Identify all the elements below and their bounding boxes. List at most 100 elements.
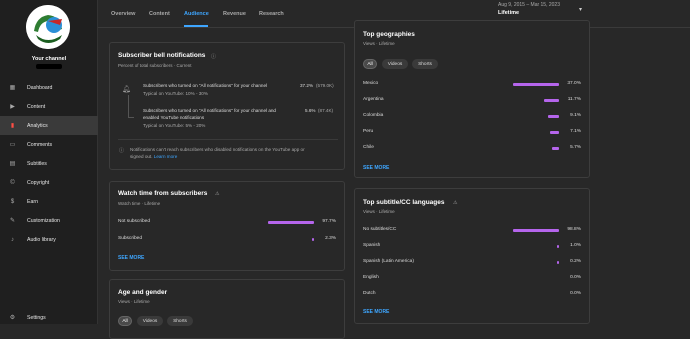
card-title: Watch time from subscribers [118,190,208,197]
chip-videos[interactable]: Videos [382,59,408,69]
sidebar-item-label: Customization [27,217,60,224]
bell-row2-typical: Typical on YouTube: 5% - 20% [143,123,206,128]
chip-shorts[interactable]: Shorts [167,316,193,326]
row-bar [268,220,314,224]
channel-avatar[interactable] [26,5,70,49]
chip-shorts[interactable]: Shorts [412,59,438,69]
see-more-link[interactable]: SEE MORE [363,165,389,171]
sidebar-item-label: Subtitles [27,160,47,167]
info-icon[interactable]: ⓘ [211,53,216,60]
row-bar [550,130,559,134]
top-geographies-card: Top geographies Views · Lifetime All Vid… [354,20,590,178]
notification-note: Notifications can't reach subscribers wh… [130,147,305,152]
learn-more-link[interactable]: Learn more [154,154,178,159]
copyright-icon: © [10,179,15,186]
sidebar-item-comments[interactable]: ▭ Comments [0,135,98,154]
bar-row: Colombia 9.1% [363,113,585,121]
sidebar-item-label: Audio library [27,236,56,243]
sidebar-item-customization[interactable]: ✎ Customization [0,211,98,230]
subtitles-icon: ▤ [9,161,16,167]
row-label: Spanish (Latin America) [363,259,414,264]
bar-row: English 0.0% [363,275,585,283]
channel-label: Your channel [31,56,67,62]
see-more-link[interactable]: SEE MORE [363,309,389,315]
row-percent: 1.0% [570,243,581,248]
connector-line [128,95,129,117]
date-range-text: Aug 9, 2015 – Mar 15, 2023 [498,2,560,8]
sidebar-item-dashboard[interactable]: ▦ Dashboard [0,78,98,97]
card-subtitle: Percent of total subscribers · Current [118,63,192,68]
analytics-icon: ▮ [10,123,15,129]
sidebar-item-analytics[interactable]: ▮ Analytics [0,116,98,135]
warning-icon[interactable]: ⚠ [215,191,219,197]
see-more-link[interactable]: SEE MORE [118,255,144,261]
bell-row2-text: Subscribers who turned on "All notificat… [143,108,276,113]
top-subtitle-languages-card: Top subtitle/CC languages ⚠ Views · Life… [354,188,590,324]
row-label: Peru [363,129,374,134]
bell-notifications-card: Subscriber bell notifications ⓘ Percent … [109,42,345,170]
age-gender-card: Age and gender Views · Lifetime All Vide… [109,279,345,339]
bell-row2-pct: 5.6% [305,108,316,113]
bar-row: Argentina 11.7% [363,97,585,105]
chevron-down-icon[interactable]: ▾ [579,6,582,13]
row-percent: 97.7% [322,219,336,224]
tab-research[interactable]: Research [259,11,284,17]
chip-all[interactable]: All [118,316,132,326]
bar-row: Mexico 37.0% [363,81,585,89]
sidebar-item-label: Comments [27,141,53,148]
row-percent: 0.0% [570,291,581,296]
row-label: Argentina [363,97,384,102]
tab-overview[interactable]: Overview [111,11,135,17]
bar-row: Peru 7.1% [363,129,585,137]
tab-content[interactable]: Content [149,11,170,17]
card-title: Subscriber bell notifications [118,52,206,59]
sidebar-item-settings[interactable]: ⚙ Settings [0,308,98,327]
sidebar-nav: ▦ Dashboard ▶ Content ▮ Analytics ▭ Comm… [0,78,98,249]
sidebar-item-subtitles[interactable]: ▤ Subtitles [0,154,98,173]
row-label: Not subscribed [118,219,150,224]
content-icon: ▶ [10,104,15,110]
sidebar-item-label: Analytics [27,122,48,129]
watch-time-card: Watch time from subscribers ⚠ Watch time… [109,181,345,271]
row-percent: 98.8% [567,227,581,232]
card-title: Age and gender [118,289,168,296]
sidebar-item-content[interactable]: ▶ Content [0,97,98,116]
card-title: Top subtitle/CC languages [363,199,445,206]
bell-icon: 🔔︎ [122,86,131,93]
row-bar [513,82,559,86]
row-percent: 2.3% [325,236,336,241]
bar-row: Dutch 0.0% [363,291,585,299]
date-range-label[interactable]: Lifetime [498,10,519,16]
sidebar-item-label: Dashboard [27,84,53,91]
chip-all[interactable]: All [363,59,377,69]
bell-row1-typical: Typical on YouTube: 10% - 30% [143,91,208,96]
warning-icon[interactable]: ⚠ [453,200,457,206]
sidebar-item-audio-library[interactable]: ♪ Audio library [0,230,98,249]
card-subtitle: Watch time · Lifetime [118,201,161,206]
bar-row: Spanish (Latin America) 0.2% [363,259,585,267]
bar-row: Chile 5.7% [363,145,585,153]
row-label: Colombia [363,113,384,118]
row-label: Chile [363,145,374,150]
sidebar-item-copyright[interactable]: © Copyright [0,173,98,192]
row-label: English [363,275,379,280]
tab-revenue[interactable]: Revenue [223,11,246,17]
info-icon: ⓘ [119,148,125,154]
chip-videos[interactable]: Videos [137,316,163,326]
row-percent: 5.7% [570,145,581,150]
row-percent: 9.1% [570,113,581,118]
row-bar [551,146,559,150]
row-bar [513,228,559,232]
sidebar-item-label: Settings [27,314,46,321]
sidebar-item-label: Content [27,103,46,110]
tab-audience[interactable]: Audience [184,11,209,17]
bar-row: No subtitles/CC 98.8% [363,227,585,235]
sidebar-item-earn[interactable]: $ Earn [0,192,98,211]
connector-line [128,117,134,118]
row-bar [547,114,559,118]
row-label: Subscribed [118,236,142,241]
divider [118,139,338,140]
bell-row1-text: Subscribers who turned on "All notificat… [143,83,268,88]
row-percent: 11.7% [567,97,581,102]
row-label: No subtitles/CC [363,227,397,232]
